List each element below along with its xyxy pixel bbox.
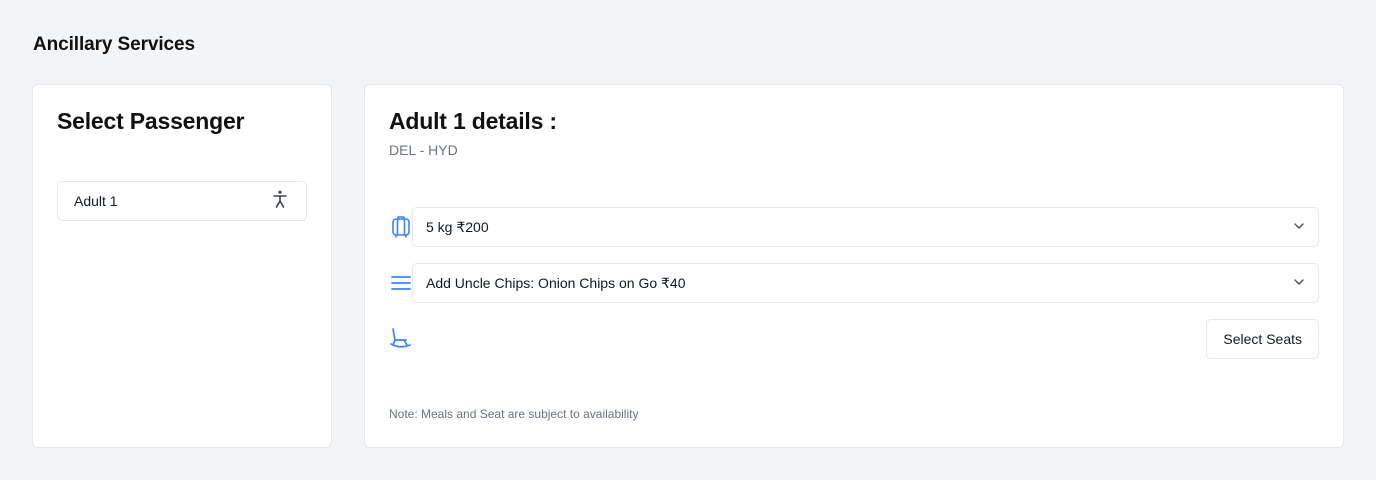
meal-select-value: Add Uncle Chips: Onion Chips on Go ₹40 [426,274,686,291]
select-seats-button[interactable]: Select Seats [1206,319,1319,359]
details-heading: Adult 1 details : [389,108,557,134]
menu-lines-icon [389,271,413,295]
luggage-icon [389,215,413,239]
chevron-down-icon [1292,275,1306,292]
passenger-panel-heading: Select Passenger [57,108,245,134]
person-icon [270,189,290,214]
page-title: Ancillary Services [33,34,195,55]
route-text: DEL - HYD [389,142,458,158]
availability-note: Note: Meals and Seat are subject to avai… [389,407,639,421]
passenger-item-adult-1[interactable]: Adult 1 [57,181,307,221]
passenger-label: Adult 1 [74,193,118,209]
baggage-select[interactable]: 5 kg ₹200 [412,207,1319,247]
seat-icon [389,327,413,351]
passenger-panel: Select Passenger Adult 1 [32,84,332,448]
chevron-down-icon [1292,219,1306,236]
meal-select[interactable]: Add Uncle Chips: Onion Chips on Go ₹40 [412,263,1319,303]
details-panel: Adult 1 details : DEL - HYD 5 kg ₹200 Ad… [364,84,1344,448]
baggage-select-value: 5 kg ₹200 [426,218,489,235]
